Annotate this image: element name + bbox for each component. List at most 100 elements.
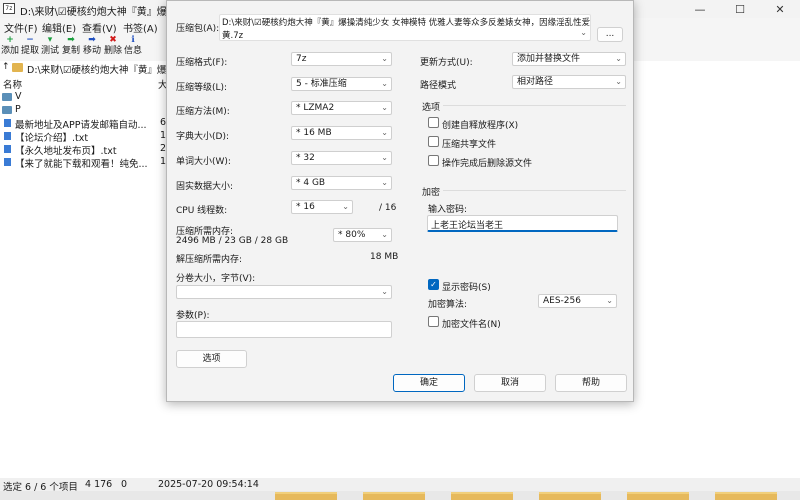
cpu-label: CPU 线程数: xyxy=(176,206,228,216)
sfx-label: 创建自释放程序(X) xyxy=(442,121,519,131)
pathmode-select[interactable]: 相对路径 ⌄ xyxy=(512,75,626,89)
params-label: 参数(P): xyxy=(176,311,210,321)
divider xyxy=(443,190,626,191)
divider xyxy=(443,105,626,106)
list-item[interactable]: 【来了就能下载和观看！纯免...1 6 xyxy=(0,156,175,170)
file-icon xyxy=(4,158,11,166)
file-icon xyxy=(4,119,11,127)
menu-bookmarks[interactable]: 书签(A) xyxy=(123,20,158,35)
move-icon: ➡ xyxy=(88,35,96,45)
list-item[interactable]: 【论坛介绍】.txt1 6 xyxy=(0,130,175,144)
chevron-down-icon: ⌄ xyxy=(381,54,388,63)
status-size: 4 176 xyxy=(85,479,113,490)
password-input[interactable]: 上老王论坛当老王 xyxy=(427,215,618,232)
folder-icon xyxy=(627,492,689,500)
encrypt-group-title: 加密 xyxy=(422,188,441,198)
chevron-down-icon: ⌄ xyxy=(381,103,388,112)
close-icon[interactable]: ✕ xyxy=(760,0,800,18)
app-icon: 7z xyxy=(3,3,15,14)
chevron-down-icon: ⌄ xyxy=(615,77,622,86)
word-select[interactable]: * 32 ⌄ xyxy=(291,151,392,165)
window-title: D:\来财\☑硬核约炮大神『黄』爆操 xyxy=(20,7,177,18)
level-select[interactable]: 5 - 标准压缩 ⌄ xyxy=(291,77,392,91)
browse-button[interactable]: ... xyxy=(597,27,623,42)
chevron-down-icon: ⌄ xyxy=(615,54,622,63)
folder-icon xyxy=(2,93,12,101)
show-password-checkbox[interactable]: ✓ xyxy=(428,279,439,290)
mem-decomp-value: 18 MB xyxy=(370,252,399,262)
file-icon xyxy=(4,145,11,153)
shared-label: 压缩共享文件 xyxy=(442,140,497,150)
sfx-checkbox[interactable] xyxy=(428,117,439,128)
chevron-down-icon: ⌄ xyxy=(580,28,587,37)
test-icon: ▾ xyxy=(47,35,53,45)
list-item[interactable]: 【永久地址发布页】.txt 2 xyxy=(0,143,175,157)
params-input[interactable] xyxy=(176,321,392,338)
enc-method-select[interactable]: AES-256 ⌄ xyxy=(538,294,617,308)
delete-button[interactable]: ✖ 删除 xyxy=(103,36,123,57)
cpu-total: / 16 xyxy=(379,203,397,213)
file-icon xyxy=(4,132,11,140)
chevron-down-icon: ⌄ xyxy=(381,287,388,296)
menu-view[interactable]: 查看(V) xyxy=(82,20,117,35)
copy-button[interactable]: ➡ 复制 xyxy=(61,36,81,57)
options-group-title: 选项 xyxy=(422,103,441,113)
options-button[interactable]: 选项 xyxy=(176,350,247,368)
mem-percent-select[interactable]: * 80% ⌄ xyxy=(333,228,392,242)
delete-after-checkbox[interactable] xyxy=(428,155,439,166)
format-select[interactable]: 7z ⌄ xyxy=(291,52,392,66)
list-item[interactable]: 最新地址及APP请发邮箱自动... 6 xyxy=(0,117,175,131)
show-password-label: 显示密码(S) xyxy=(442,283,491,293)
cancel-button[interactable]: 取消 xyxy=(474,374,546,392)
solid-select[interactable]: * 4 GB ⌄ xyxy=(291,176,392,190)
folder-icon xyxy=(12,63,23,72)
list-item[interactable]: P xyxy=(0,104,175,117)
address-path: D:\来财\☑硬核约炮大神『黄』爆操 xyxy=(27,65,176,76)
word-label: 单词大小(W): xyxy=(176,157,231,167)
delete-icon: ✖ xyxy=(109,35,117,45)
chevron-down-icon: ⌄ xyxy=(381,230,388,239)
format-label: 压缩格式(F): xyxy=(176,58,228,68)
archive-label: 压缩包(A): xyxy=(176,24,220,34)
status-bar: 选定 6 / 6 个项目 4 176 0 2025-07-20 09:54:14 xyxy=(0,478,800,493)
add-button[interactable]: + 添加 xyxy=(0,36,20,57)
add-icon: + xyxy=(6,35,14,45)
split-label: 分卷大小，字节(V): xyxy=(176,274,256,284)
folder-icon xyxy=(539,492,601,500)
cpu-select[interactable]: * 16 ⌄ xyxy=(291,200,353,214)
archive-path-field[interactable]: D:\来财\☑硬核约炮大神『黄』爆操清纯少女 女神模特 优雅人妻等众多反差婊女神… xyxy=(219,14,591,41)
up-folder-icon[interactable]: ↑ xyxy=(2,62,10,72)
encrypt-names-checkbox[interactable] xyxy=(428,316,439,327)
menu-edit[interactable]: 编辑(E) xyxy=(42,20,76,35)
list-item[interactable]: V xyxy=(0,91,175,104)
column-name[interactable]: 名称 xyxy=(3,77,22,91)
copy-icon: ➡ xyxy=(67,35,75,45)
chevron-down-icon: ⌄ xyxy=(342,202,349,211)
method-select[interactable]: * LZMA2 ⌄ xyxy=(291,101,392,115)
info-button[interactable]: ℹ 信息 xyxy=(123,36,143,57)
shared-checkbox[interactable] xyxy=(428,136,439,147)
menu-file[interactable]: 文件(F) xyxy=(4,20,38,35)
maximize-icon[interactable]: ☐ xyxy=(720,0,760,18)
dict-select[interactable]: * 16 MB ⌄ xyxy=(291,126,392,140)
folder-icon xyxy=(275,492,337,500)
ok-button[interactable]: 确定 xyxy=(393,374,465,392)
test-button[interactable]: ▾ 测试 xyxy=(40,36,60,57)
pathmode-label: 路径模式 xyxy=(420,81,457,91)
mem-decomp-label: 解压缩所需内存: xyxy=(176,255,243,265)
info-icon: ℹ xyxy=(131,35,135,45)
password-label: 输入密码: xyxy=(428,205,468,215)
delete-after-label: 操作完成后删除源文件 xyxy=(442,159,533,169)
method-label: 压缩方法(M): xyxy=(176,107,230,117)
help-button[interactable]: 帮助 xyxy=(555,374,627,392)
folder-icon xyxy=(715,492,777,500)
update-select[interactable]: 添加并替换文件 ⌄ xyxy=(512,52,626,66)
minimize-icon[interactable]: — xyxy=(680,0,720,18)
move-button[interactable]: ➡ 移动 xyxy=(82,36,102,57)
extract-button[interactable]: − 提取 xyxy=(20,36,40,57)
chevron-down-icon: ⌄ xyxy=(381,153,388,162)
update-label: 更新方式(U): xyxy=(420,58,473,68)
add-to-archive-dialog: 压缩包(A): D:\来财\☑硬核约炮大神『黄』爆操清纯少女 女神模特 优雅人妻… xyxy=(166,0,634,402)
split-select[interactable]: ⌄ xyxy=(176,285,392,299)
chevron-down-icon: ⌄ xyxy=(381,79,388,88)
